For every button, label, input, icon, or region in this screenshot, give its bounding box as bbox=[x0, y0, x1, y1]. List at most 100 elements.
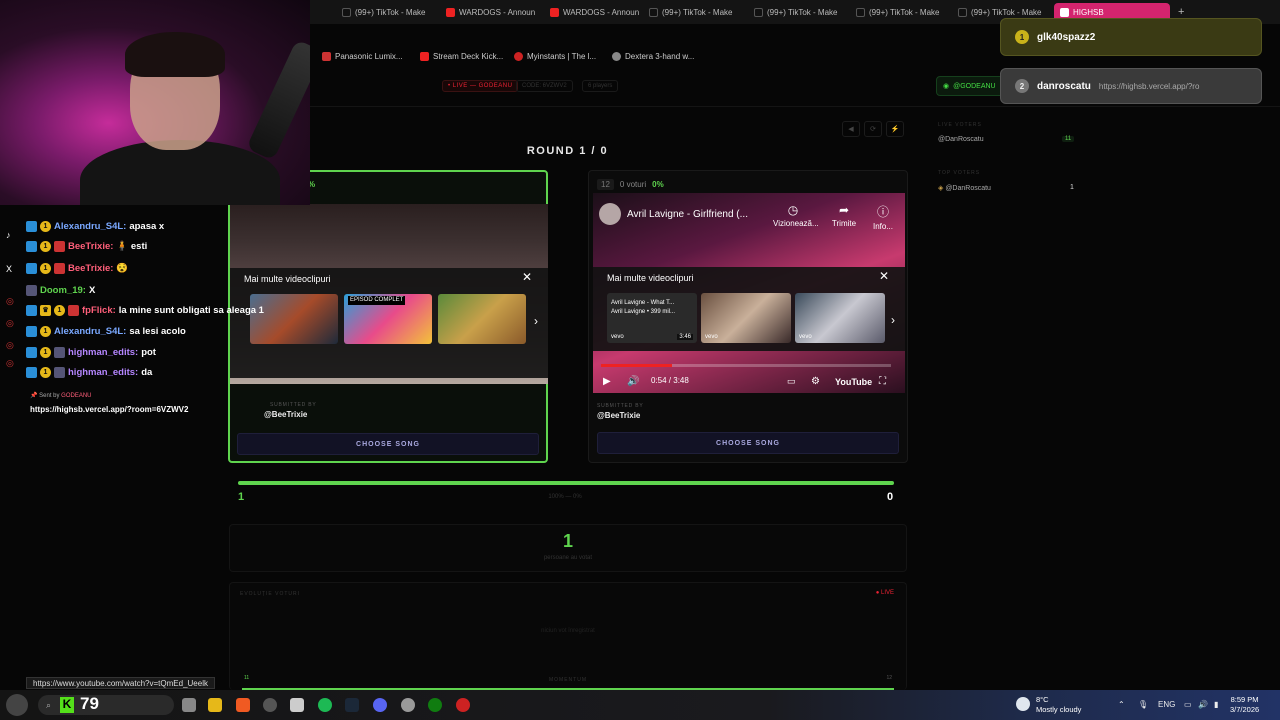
video-player[interactable]: Avril Lavigne - Girlfriend (... ◷ Vizione… bbox=[593, 193, 905, 393]
more-videos-title: Mai multe videoclipuri bbox=[244, 274, 331, 284]
crown-icon: ♛ bbox=[40, 304, 51, 316]
steam-icon[interactable] bbox=[345, 698, 359, 712]
watch-later-button[interactable]: ◷ Vizionează... bbox=[773, 203, 819, 228]
video-player[interactable]: Mai multe videoclipuri ✕ EPISOD COMPLET … bbox=[230, 204, 548, 384]
user-pill[interactable]: ◉ @GODEANU bbox=[936, 76, 1010, 96]
vote-ratio-label: 100% — 0% bbox=[548, 494, 582, 500]
volume-icon[interactable]: 🔊 bbox=[1198, 700, 1208, 709]
song-card-left[interactable]: % Mai multe videoclipuri ✕ EPISOD COMPLE… bbox=[228, 170, 548, 463]
tiktok-icon bbox=[342, 7, 351, 17]
video-thumbnail[interactable]: Avril Lavigne - What T... Avril Lavigne •… bbox=[607, 293, 697, 343]
language-indicator[interactable]: ENG bbox=[1158, 700, 1175, 709]
evolution-panel: EVOLUȚIE VOTURI ● LIVE niciun vot înregi… bbox=[229, 582, 907, 691]
moderator-icon bbox=[26, 240, 37, 252]
moderator-icon bbox=[26, 220, 37, 232]
leader-popup-1: 1 glk40spazz2 bbox=[1000, 18, 1262, 56]
bookmark[interactable]: Dextera 3-hand w... bbox=[612, 46, 694, 66]
user-icon: ◉ bbox=[943, 83, 950, 90]
tiktok-icon[interactable]: ♪ bbox=[6, 230, 11, 240]
close-icon[interactable]: ✕ bbox=[879, 269, 889, 283]
clock-icon: ◷ bbox=[787, 203, 799, 217]
next-round-icon[interactable]: ⚡ bbox=[886, 121, 904, 137]
chevron-up-icon[interactable]: ⌃ bbox=[1118, 700, 1125, 709]
taskbar-search[interactable]: ⌕ bbox=[38, 695, 174, 715]
tiktok-icon bbox=[856, 7, 865, 17]
tiktok-icon bbox=[754, 7, 763, 17]
bookmark[interactable]: Panasonic Lumix... bbox=[322, 46, 403, 66]
avatar[interactable] bbox=[6, 694, 28, 716]
chat-message: 1 Alexandru_S4L: apasa x bbox=[26, 218, 164, 234]
bookmark[interactable]: Myinstants | The l... bbox=[514, 46, 596, 66]
chevron-right-icon[interactable]: › bbox=[891, 313, 895, 327]
weather[interactable]: 8°C Mostly cloudy bbox=[1036, 695, 1081, 715]
browser-tab[interactable]: WARDOGS - Announ bbox=[440, 3, 540, 21]
video-thumbnail[interactable]: vevo bbox=[795, 293, 885, 343]
fullscreen-icon[interactable]: ⛶ bbox=[879, 376, 886, 387]
choose-song-button[interactable]: CHOOSE SONG bbox=[237, 433, 539, 455]
browser-tab[interactable]: WARDOGS - Announ bbox=[544, 3, 640, 21]
settings-icon[interactable]: ⚙ bbox=[811, 376, 820, 387]
task-view-icon[interactable] bbox=[182, 698, 196, 712]
captions-icon[interactable]: ▭ bbox=[787, 376, 796, 387]
app-icon[interactable] bbox=[401, 698, 415, 712]
brave-icon[interactable] bbox=[236, 698, 250, 712]
kick-icon[interactable]: K bbox=[60, 697, 74, 713]
info-button[interactable]: ⓘ Info... bbox=[863, 203, 903, 231]
youtube-logo[interactable]: YouTube bbox=[835, 377, 872, 387]
clock[interactable]: 8:59 PM 3/7/2026 bbox=[1230, 695, 1259, 715]
bookmark[interactable]: Stream Deck Kick... bbox=[420, 46, 503, 66]
play-icon[interactable]: ▶ bbox=[603, 376, 611, 387]
browser-tab[interactable]: (99+) TikTok - Make bbox=[850, 3, 948, 21]
mic-icon[interactable]: 🎙 bbox=[1138, 700, 1148, 709]
share-icon: ➦ bbox=[838, 203, 850, 217]
browser-tab[interactable]: (99+) TikTok - Make bbox=[748, 3, 846, 21]
voters-panel: 1 persoane au votat bbox=[229, 524, 907, 572]
video-title[interactable]: Avril Lavigne - Girlfriend (... bbox=[627, 209, 748, 220]
video-thumbnail[interactable]: EPISOD COMPLET bbox=[344, 294, 432, 344]
chat-icon[interactable]: ◎ bbox=[6, 340, 14, 351]
opera-icon[interactable] bbox=[456, 698, 470, 712]
chat-icon[interactable]: ◎ bbox=[6, 358, 14, 369]
obs-icon[interactable] bbox=[263, 698, 277, 712]
chevron-right-icon[interactable]: › bbox=[534, 314, 538, 328]
taskbar: ⌕ 8°C Mostly cloudy ⌃ 🎙 ENG ▭ 🔊 ▮ 8:59 PM… bbox=[0, 690, 1280, 720]
voters-count: 1 bbox=[562, 531, 573, 551]
left-vote-count: 1 bbox=[238, 491, 245, 503]
channel-avatar[interactable] bbox=[599, 203, 621, 225]
webcam-feed bbox=[0, 0, 310, 205]
volume-icon[interactable]: 🔊 bbox=[627, 376, 639, 387]
folder-icon[interactable] bbox=[208, 698, 222, 712]
discord-icon[interactable] bbox=[373, 698, 387, 712]
xbox-icon[interactable] bbox=[428, 698, 442, 712]
sent-url[interactable]: https://highsb.vercel.app/?room=6VZWV2 bbox=[30, 405, 188, 414]
monitor-icon[interactable]: ▭ bbox=[1184, 700, 1192, 709]
status-link: https://www.youtube.com/watch?v=tQmEd_Ue… bbox=[26, 677, 215, 689]
chat-icon[interactable]: ◎ bbox=[6, 318, 14, 329]
browser-tab[interactable]: (99+) TikTok - Make bbox=[336, 3, 436, 21]
chat-message: 1 Alexandru_S4L: sa lesi acolo bbox=[26, 323, 186, 339]
screen: (99+) TikTok - Make WARDOGS - Announ WAR… bbox=[0, 0, 1280, 720]
badge-icon bbox=[54, 262, 65, 274]
song-card-right[interactable]: 12 0 voturi 0% Avril Lavigne - Girlfrien… bbox=[588, 170, 908, 463]
spotify-icon[interactable] bbox=[318, 698, 332, 712]
share-button[interactable]: ➦ Trimite bbox=[824, 203, 864, 228]
prev-round-icon[interactable]: ◀ bbox=[842, 121, 860, 137]
reset-icon[interactable]: ⟳ bbox=[864, 121, 882, 137]
choose-song-button[interactable]: CHOOSE SONG bbox=[597, 432, 899, 454]
search-icon: ⌕ bbox=[46, 699, 52, 710]
streamer-hair bbox=[125, 32, 225, 77]
chat-icon[interactable]: ◎ bbox=[6, 296, 14, 307]
momentum-label: MOMENTUM bbox=[549, 677, 587, 683]
leader-name: glk40spazz2 bbox=[1037, 31, 1096, 43]
close-icon[interactable]: ✕ bbox=[522, 270, 532, 284]
battery-icon[interactable]: ▮ bbox=[1214, 700, 1218, 709]
video-thumbnail[interactable] bbox=[438, 294, 526, 344]
video-progress-bar[interactable] bbox=[601, 364, 891, 367]
x-icon[interactable]: X bbox=[6, 264, 12, 274]
app-icon[interactable] bbox=[290, 698, 304, 712]
weather-icon[interactable] bbox=[1016, 697, 1030, 711]
top-voter-count: 1 bbox=[1070, 184, 1074, 191]
evolution-empty: niciun vot înregistrat bbox=[541, 628, 595, 634]
browser-tab[interactable]: (99+) TikTok - Make bbox=[643, 3, 743, 21]
video-thumbnail[interactable]: vevo bbox=[701, 293, 791, 343]
